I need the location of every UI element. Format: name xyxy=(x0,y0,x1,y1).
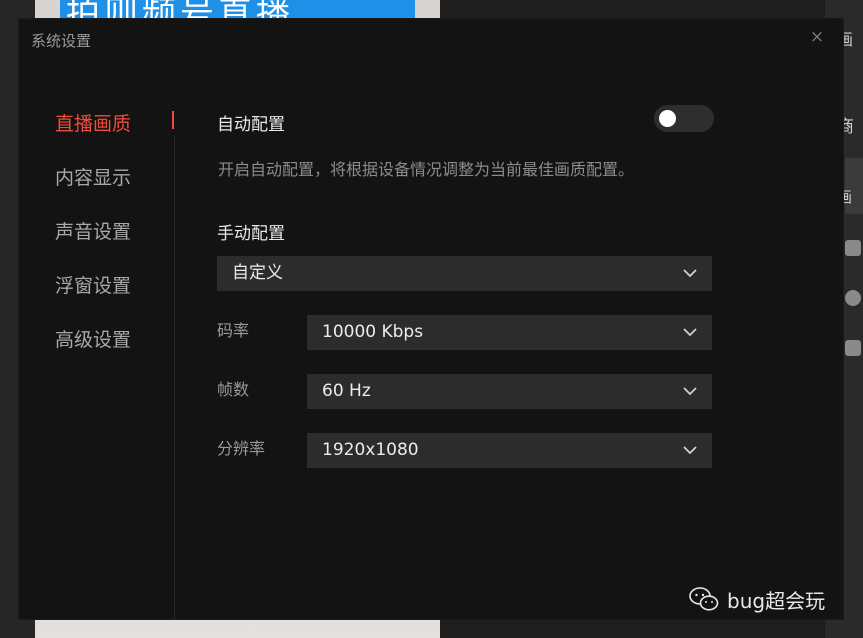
watermark-text: bug超会玩 xyxy=(727,588,826,613)
toggle-knob xyxy=(659,110,676,127)
framerate-label: 帧数 xyxy=(217,380,250,399)
background-banner-text: 拍则频号直播 xyxy=(66,0,294,20)
framerate-select-value: 60 Hz xyxy=(322,381,371,401)
chevron-down-icon xyxy=(683,328,697,337)
auto-config-description: 开启自动配置，将根据设备情况调整为当前最佳画质配置。 xyxy=(218,160,635,179)
preset-select-value: 自定义 xyxy=(232,263,283,283)
resolution-select-value: 1920x1080 xyxy=(322,440,419,460)
camera-tool-icon xyxy=(845,290,861,306)
framerate-select[interactable]: 60 Hz xyxy=(307,374,712,409)
wechat-icon xyxy=(689,587,719,611)
preset-select[interactable]: 自定义 xyxy=(217,256,712,291)
text-tool-icon xyxy=(845,240,861,256)
auto-config-toggle[interactable] xyxy=(654,105,714,132)
nav-divider xyxy=(174,137,175,619)
nav-item-content-display[interactable]: 内容显示 xyxy=(55,163,131,190)
nav-item-stream-quality[interactable]: 直播画质 xyxy=(55,109,131,136)
auto-config-label: 自动配置 xyxy=(217,115,285,135)
bitrate-select-value: 10000 Kbps xyxy=(322,322,424,342)
nav-item-floating-window[interactable]: 浮窗设置 xyxy=(55,271,131,298)
manual-config-label: 手动配置 xyxy=(217,224,285,244)
nav-item-advanced-settings[interactable]: 高级设置 xyxy=(55,325,131,352)
chevron-down-icon xyxy=(683,387,697,396)
bitrate-label: 码率 xyxy=(217,321,250,340)
chevron-down-icon xyxy=(683,269,697,278)
background-banner: 拍则频号直播 xyxy=(60,0,415,20)
settings-content: 自动配置 开启自动配置，将根据设备情况调整为当前最佳画质配置。 手动配置 自定义… xyxy=(217,19,817,619)
chevron-down-icon xyxy=(683,446,697,455)
screen-tool-icon xyxy=(845,340,861,356)
resolution-label: 分辨率 xyxy=(217,439,266,458)
nav-active-indicator xyxy=(172,111,174,129)
resolution-select[interactable]: 1920x1080 xyxy=(307,433,712,468)
watermark: bug超会玩 xyxy=(689,583,825,615)
system-settings-dialog: 系统设置 × 直播画质 内容显示 声音设置 浮窗设置 高级设置 自动配置 开启自… xyxy=(19,19,843,619)
nav-item-audio-settings[interactable]: 声音设置 xyxy=(55,217,131,244)
bitrate-select[interactable]: 10000 Kbps xyxy=(307,315,712,350)
dialog-title: 系统设置 xyxy=(31,32,92,50)
